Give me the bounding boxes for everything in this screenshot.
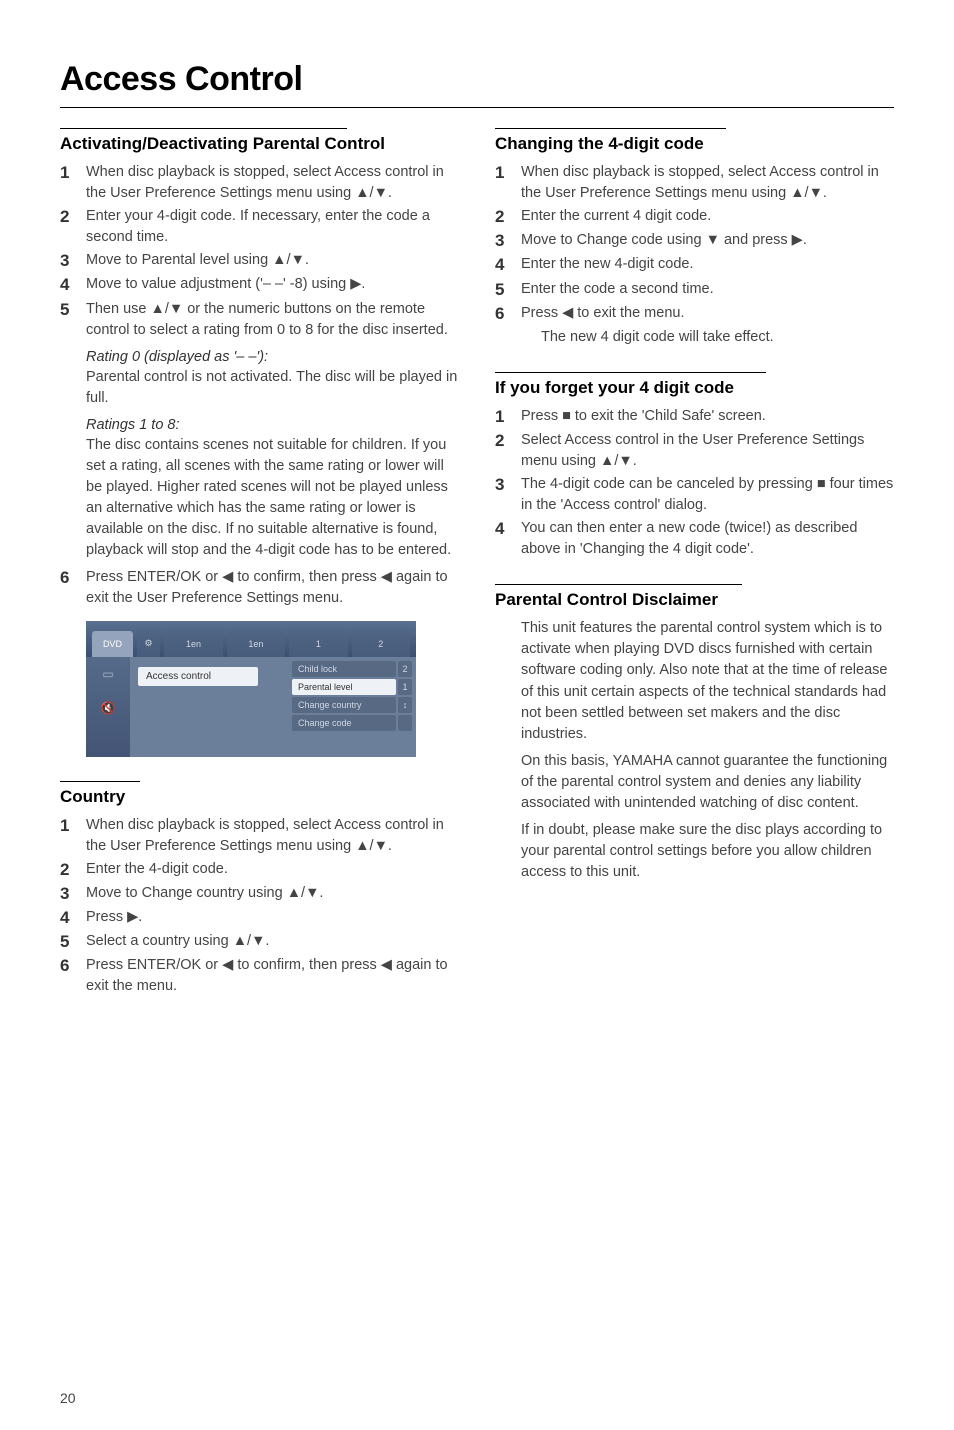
osd-tab: 2 — [352, 631, 410, 657]
step-num: 6 — [60, 955, 80, 977]
osd-option-num: 2 — [398, 661, 412, 677]
section-title: Parental Control Disclaimer — [495, 589, 894, 610]
step-text: When disc playback is stopped, select Ac… — [515, 162, 894, 204]
step-num: 5 — [60, 299, 80, 321]
section-title: If you forget your 4 digit code — [495, 377, 894, 398]
step-num: 3 — [60, 250, 80, 272]
step-text: The 4-digit code can be canceled by pres… — [515, 474, 894, 516]
osd-menu: Access control — [130, 657, 288, 757]
step-num: 5 — [495, 279, 515, 301]
rating-text: The disc contains scenes not suitable fo… — [60, 435, 459, 561]
osd-option: Change country — [292, 697, 396, 713]
osd-tab-icon: ⚙ — [137, 631, 160, 657]
osd-tab: 1en — [227, 631, 285, 657]
osd-tab-dvd: DVD — [92, 631, 133, 657]
osd-screenshot: DVD ⚙ 1en 1en 1 2 ▭ 🔇 Access control — [86, 621, 416, 757]
step-num: 2 — [495, 430, 515, 452]
step-num: 1 — [495, 406, 515, 428]
rating-text: Parental control is not activated. The d… — [60, 367, 459, 409]
step-num: 5 — [60, 931, 80, 953]
osd-tab: 1en — [164, 631, 222, 657]
right-column: Changing the 4-digit code 1When disc pla… — [495, 128, 894, 1021]
page-title: Access Control — [60, 60, 894, 99]
osd-sidebar: ▭ 🔇 — [86, 657, 130, 757]
disclaimer-para: On this basis, YAMAHA cannot guarantee t… — [495, 751, 894, 814]
step-num: 1 — [60, 162, 80, 184]
step-text: Move to Parental level using ▲/▼. — [80, 250, 309, 271]
step-num: 4 — [60, 907, 80, 929]
section-title: Activating/Deactivating Parental Control — [60, 133, 459, 154]
osd-option: Child lock — [292, 661, 396, 677]
step-text: Move to value adjustment ('– –' -8) usin… — [80, 274, 365, 295]
step-text: Select a country using ▲/▼. — [80, 931, 269, 952]
page-number: 20 — [60, 1390, 76, 1406]
osd-options: Child lock2 Parental level1 Change count… — [288, 657, 416, 757]
step-text: Enter the 4-digit code. — [80, 859, 228, 880]
step-text: Enter the new 4-digit code. — [515, 254, 694, 275]
step-text: Select Access control in the User Prefer… — [515, 430, 894, 472]
step-num: 6 — [495, 303, 515, 325]
step-text: Press ENTER/OK or ◀ to confirm, then pre… — [80, 955, 459, 997]
step-num: 3 — [60, 883, 80, 905]
result-text: The new 4 digit code will take effect. — [495, 327, 894, 348]
osd-arrows: ↕ — [398, 697, 412, 713]
step-text: Enter the current 4 digit code. — [515, 206, 711, 227]
step-text: Press ■ to exit the 'Child Safe' screen. — [515, 406, 766, 427]
osd-tab: 1 — [289, 631, 347, 657]
step-num: 1 — [495, 162, 515, 184]
osd-option-num: 1 — [398, 679, 412, 695]
step-num: 2 — [60, 859, 80, 881]
rating-label: Rating 0 (displayed as '– –'): — [60, 349, 459, 365]
step-text: You can then enter a new code (twice!) a… — [515, 518, 894, 560]
step-num: 2 — [60, 206, 80, 228]
osd-option: Change code — [292, 715, 396, 731]
step-num: 3 — [495, 230, 515, 252]
section-disclaimer: Parental Control Disclaimer This unit fe… — [495, 584, 894, 882]
section-title: Country — [60, 786, 459, 807]
title-rule — [60, 107, 894, 108]
step-text: Move to Change country using ▲/▼. — [80, 883, 323, 904]
rating-label: Ratings 1 to 8: — [60, 417, 459, 433]
step-text: Move to Change code using ▼ and press ▶. — [515, 230, 807, 251]
osd-menu-item: Access control — [138, 667, 258, 686]
step-num: 4 — [495, 518, 515, 540]
step-num: 4 — [60, 274, 80, 296]
section-title: Changing the 4-digit code — [495, 133, 894, 154]
step-text: When disc playback is stopped, select Ac… — [80, 815, 459, 857]
step-text: When disc playback is stopped, select Ac… — [80, 162, 459, 204]
section-changing-code: Changing the 4-digit code 1When disc pla… — [495, 128, 894, 348]
osd-option-selected: Parental level — [292, 679, 396, 695]
disclaimer-para: If in doubt, please make sure the disc p… — [495, 820, 894, 883]
step-num: 2 — [495, 206, 515, 228]
section-forget-code: If you forget your 4 digit code 1Press ■… — [495, 372, 894, 560]
disclaimer-para: This unit features the parental control … — [495, 618, 894, 744]
step-num: 3 — [495, 474, 515, 496]
step-num: 1 — [60, 815, 80, 837]
step-text: Press ENTER/OK or ◀ to confirm, then pre… — [80, 567, 459, 609]
step-text: Press ▶. — [80, 907, 142, 928]
left-column: Activating/Deactivating Parental Control… — [60, 128, 459, 1021]
screen-icon: ▭ — [102, 667, 113, 681]
section-activating: Activating/Deactivating Parental Control… — [60, 128, 459, 757]
step-text: Press ◀ to exit the menu. — [515, 303, 684, 324]
step-num: 6 — [60, 567, 80, 589]
step-text: Then use ▲/▼ or the numeric buttons on t… — [80, 299, 459, 341]
step-text: Enter your 4-digit code. If necessary, e… — [80, 206, 459, 248]
step-text: Enter the code a second time. — [515, 279, 714, 300]
speaker-icon: 🔇 — [101, 701, 116, 715]
section-country: Country 1When disc playback is stopped, … — [60, 781, 459, 998]
step-num: 4 — [495, 254, 515, 276]
content-columns: Activating/Deactivating Parental Control… — [60, 128, 894, 1021]
